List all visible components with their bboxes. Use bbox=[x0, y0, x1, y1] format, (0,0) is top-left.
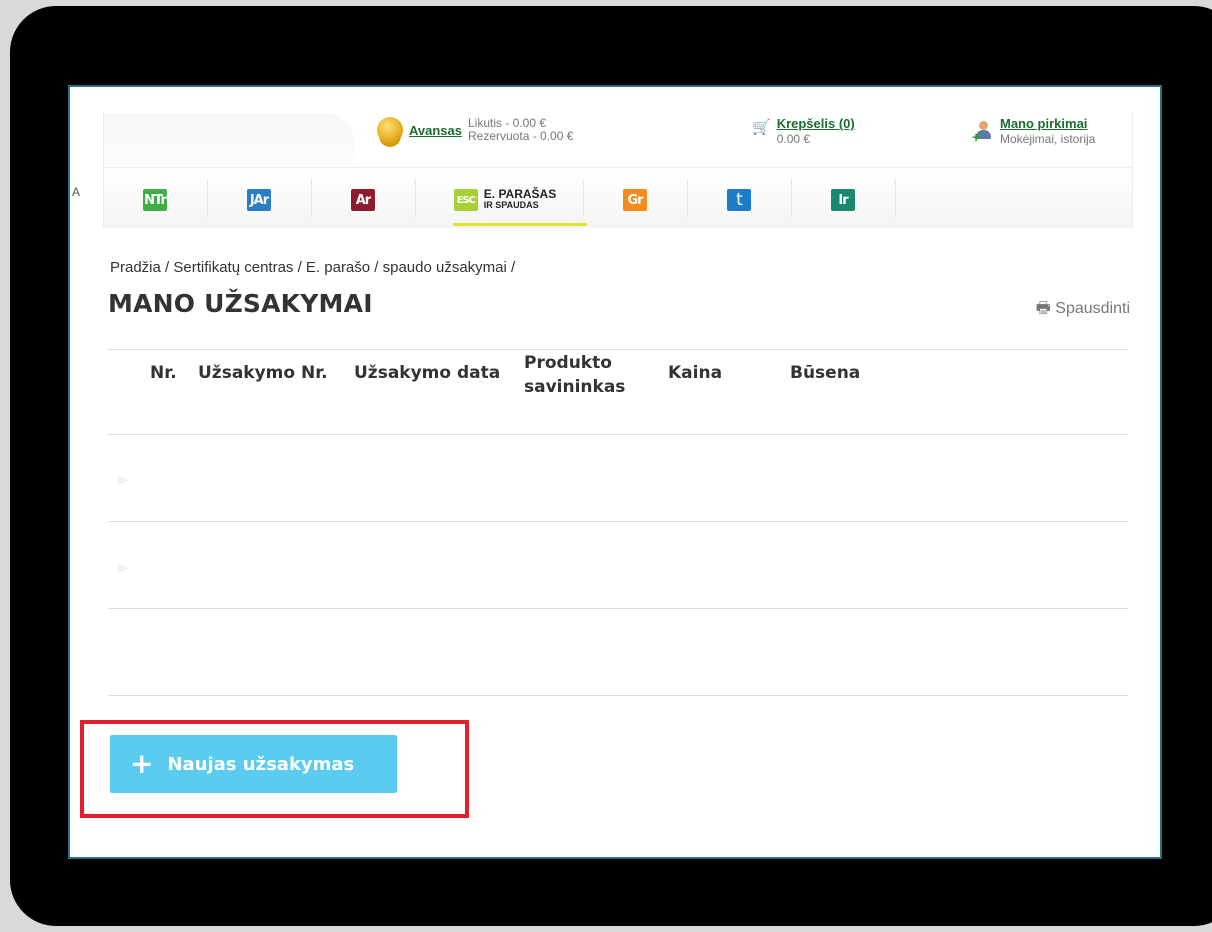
faded-row-arrow-icon: ▶ bbox=[118, 559, 129, 575]
cart-icon: 🛒 bbox=[752, 119, 771, 136]
col-header-price: Kaina bbox=[668, 363, 723, 383]
nav-item-ntr[interactable]: NTr bbox=[133, 175, 177, 225]
nav-item-t[interactable]: t bbox=[717, 175, 761, 225]
user-add-icon: + bbox=[972, 121, 992, 144]
purchases-sub: Mokėjimai, istorija bbox=[1000, 132, 1096, 146]
nav-item-jar[interactable]: JAr bbox=[237, 175, 281, 225]
highlight-box bbox=[80, 720, 469, 818]
cart-sum: 0.00 € bbox=[776, 132, 811, 146]
browser-screen: Avansas Likutis - 0.00 € Rezervuota - 0.… bbox=[68, 85, 1162, 859]
purchases-block: + Mano pirkimai Mokėjimai, istorija bbox=[972, 115, 1096, 146]
e-signature-sublabel: IR SPAUDAS bbox=[483, 200, 539, 210]
t-logo-icon: t bbox=[727, 189, 751, 211]
print-label: Spausdinti bbox=[1055, 300, 1130, 317]
col-header-order-date: Užsakymo data bbox=[354, 363, 501, 383]
coins-icon bbox=[377, 117, 403, 143]
ar-logo-icon: Ar bbox=[351, 189, 375, 211]
cart-block: 🛒 Krepšelis (0) 0.00 € bbox=[752, 115, 855, 146]
gr-logo-icon: Gr bbox=[623, 189, 647, 211]
cart-link[interactable]: Krepšelis (0) bbox=[777, 116, 855, 131]
nav-item-ar[interactable]: Ar bbox=[341, 175, 385, 225]
ntr-logo-icon: NTr bbox=[143, 189, 167, 211]
divider bbox=[108, 349, 1128, 350]
balance-block: Avansas Likutis - 0.00 € Rezervuota - 0.… bbox=[377, 117, 573, 143]
nav-item-gr[interactable]: Gr bbox=[613, 175, 657, 225]
ir-logo-icon: Ir bbox=[831, 189, 855, 211]
service-nav: NTr JAr Ar ESC E. PARAŠAS IR SPAUDAS Gr bbox=[103, 175, 1131, 227]
left-edge-letter: A bbox=[72, 185, 81, 199]
balance-info: Likutis - 0.00 € Rezervuota - 0.00 € bbox=[468, 117, 573, 143]
col-header-status: Būsena bbox=[790, 363, 861, 383]
jar-logo-icon: JAr bbox=[247, 189, 271, 211]
e-signature-label: E. PARAŠAS bbox=[483, 187, 557, 201]
my-purchases-link[interactable]: Mano pirkimai bbox=[1000, 116, 1087, 131]
avansas-link[interactable]: Avansas bbox=[409, 123, 462, 138]
table-row-divider bbox=[108, 521, 1128, 522]
nav-item-e-signature[interactable]: ESC E. PARAŠAS IR SPAUDAS bbox=[423, 175, 587, 225]
faded-row-arrow-icon: ▶ bbox=[118, 471, 129, 487]
printer-icon: 🖶 bbox=[1035, 300, 1051, 317]
page-title: MANO UŽSAKYMAI bbox=[108, 289, 373, 318]
e-signature-logo-icon: ESC bbox=[453, 189, 478, 211]
table-row-divider bbox=[108, 608, 1128, 609]
rezervuota-text: Rezervuota - 0.00 € bbox=[468, 129, 574, 143]
col-header-owner: Produkto savininkas bbox=[524, 353, 626, 397]
col-header-order-nr: Užsakymo Nr. bbox=[198, 363, 328, 383]
nav-item-ir[interactable]: Ir bbox=[821, 175, 865, 225]
table-divider bbox=[108, 434, 1128, 435]
table-bottom-divider bbox=[108, 695, 1128, 696]
col-header-nr: Nr. bbox=[150, 363, 177, 383]
active-tab-indicator bbox=[453, 223, 587, 226]
print-button[interactable]: 🖶 Spausdinti bbox=[1036, 297, 1130, 324]
breadcrumb[interactable]: Pradžia / Sertifikatų centras / E. paraš… bbox=[110, 259, 515, 276]
